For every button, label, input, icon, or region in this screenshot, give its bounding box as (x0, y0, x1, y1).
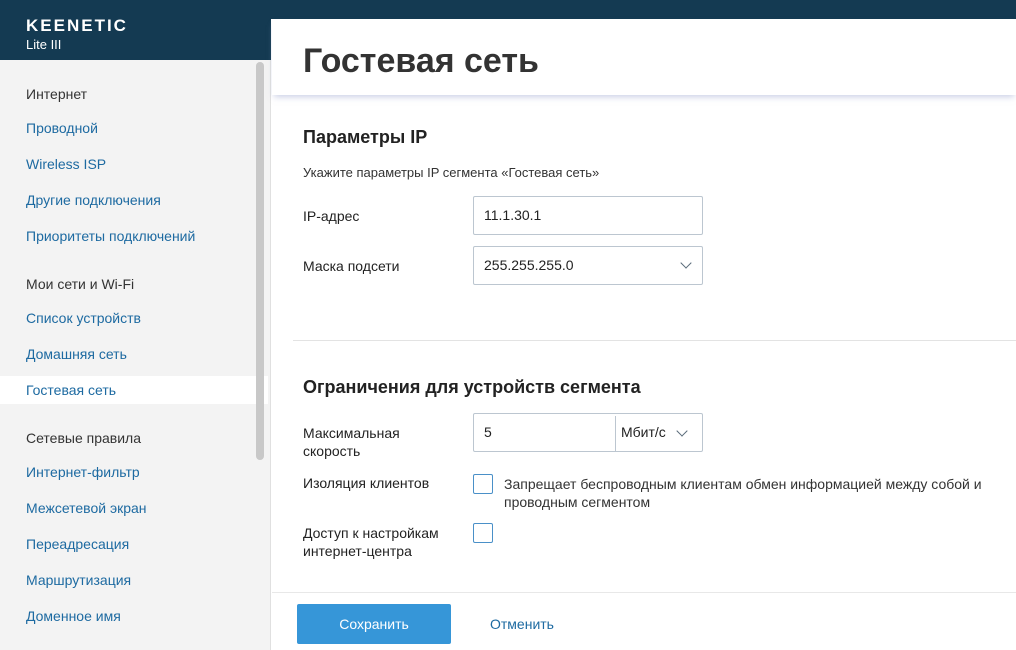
speed-unit-select[interactable]: Мбит/с (621, 414, 666, 451)
ip-section-title: Параметры IP (303, 127, 428, 147)
sidebar-scrollbar-thumb[interactable] (256, 62, 264, 460)
brand-model: Lite III (26, 37, 62, 52)
client-isolation-checkbox[interactable] (473, 474, 493, 494)
ip-address-input[interactable]: 11.1.30.1 (473, 196, 703, 235)
speed-unit-value: Мбит/с (621, 424, 666, 440)
sidebar-header-internet: Интернет (26, 86, 88, 102)
sidebar-header-network-rules: Сетевые правила (26, 430, 142, 446)
max-speed-label: Максимальная скорость (303, 425, 400, 459)
subnet-mask-value: 255.255.255.0 (484, 257, 574, 273)
sidebar: KEENETIC Lite III Интернет Проводной Wir… (0, 0, 271, 650)
ip-address-value: 11.1.30.1 (484, 207, 542, 223)
max-speed-input[interactable]: 5 (473, 413, 703, 452)
section-divider (293, 340, 1016, 341)
subnet-mask-select[interactable]: 255.255.255.0 (473, 246, 703, 285)
sidebar-item-routing[interactable]: Маршрутизация (0, 566, 268, 594)
settings-access-checkbox[interactable] (473, 523, 493, 543)
sidebar-header-my-networks: Мои сети и Wi-Fi (26, 276, 135, 292)
cancel-button[interactable]: Отменить (472, 604, 572, 644)
brand-logo[interactable]: KEENETIC Lite III (0, 0, 271, 60)
page-header: Гостевая сеть (272, 19, 1016, 95)
limits-section-title: Ограничения для устройств сегмента (303, 377, 641, 397)
settings-access-label: Доступ к настройкам интернет-центра (303, 525, 439, 559)
sidebar-item-firewall[interactable]: Межсетевой экран (0, 494, 268, 522)
sidebar-item-port-forwarding[interactable]: Переадресация (0, 530, 268, 558)
sidebar-item-wired[interactable]: Проводной (0, 114, 268, 142)
client-isolation-description: Запрещает беспроводным клиентам обмен ин… (504, 476, 982, 510)
client-isolation-label: Изоляция клиентов (303, 475, 430, 491)
sidebar-item-connection-priorities[interactable]: Приоритеты подключений (0, 222, 268, 250)
brand-name: KEENETIC (26, 16, 128, 35)
subnet-mask-label: Маска подсети (303, 258, 400, 274)
main-content: Гостевая сеть Параметры IP Укажите парам… (272, 19, 1016, 650)
sidebar-item-domain-name[interactable]: Доменное имя (0, 602, 268, 630)
max-speed-value: 5 (484, 424, 492, 440)
speed-unit-separator (615, 416, 616, 451)
chevron-down-icon (680, 257, 692, 269)
sidebar-item-other-connections[interactable]: Другие подключения (0, 186, 268, 214)
ip-section-hint: Укажите параметры IP сегмента «Гостевая … (303, 165, 600, 180)
ip-address-label: IP-адрес (303, 208, 360, 224)
sidebar-item-home-network[interactable]: Домашняя сеть (0, 340, 268, 368)
save-button[interactable]: Сохранить (297, 604, 451, 644)
page-title: Гостевая сеть (303, 42, 539, 80)
sidebar-item-internet-filter[interactable]: Интернет-фильтр (0, 458, 268, 486)
sidebar-item-device-list[interactable]: Список устройств (0, 304, 268, 332)
sidebar-item-guest-network[interactable]: Гостевая сеть (0, 376, 268, 404)
action-bar: Сохранить Отменить (272, 592, 1016, 650)
sidebar-item-wireless-isp[interactable]: Wireless ISP (0, 150, 268, 178)
